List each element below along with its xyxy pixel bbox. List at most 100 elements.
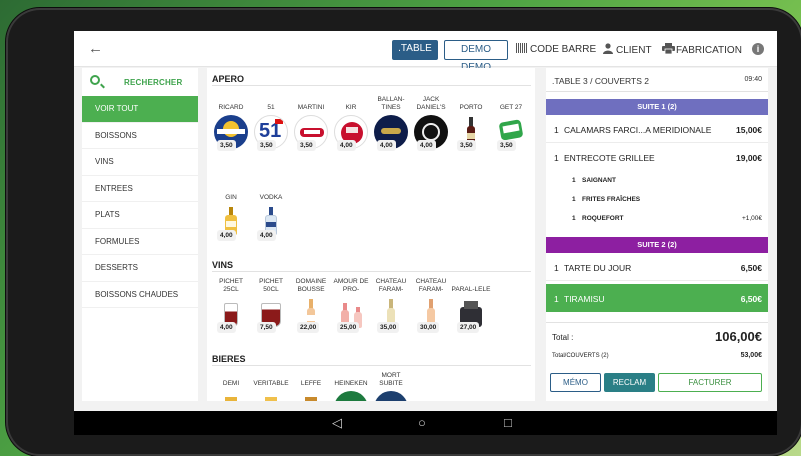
- line-modifier[interactable]: 1 FRITES FRAÎCHES: [546, 190, 768, 209]
- line-modifier[interactable]: 1 SAIGNANT: [546, 171, 768, 190]
- product-panel: APERO RICARD 3,50 51 51 3,50 MARTINI 3,5…: [207, 68, 535, 401]
- product-name: GIN: [225, 194, 237, 201]
- mod-qty: 1: [572, 215, 576, 222]
- barcode-icon: [516, 43, 528, 53]
- line-qty: 1: [554, 153, 559, 163]
- product-name: HEINEKEN: [334, 380, 368, 387]
- product-51[interactable]: 51 51 3,50: [251, 92, 291, 151]
- product-chateau-faram-1[interactable]: CHATEAU FARAM- 35,00: [371, 274, 411, 333]
- search-button[interactable]: RECHERCHER: [82, 68, 198, 96]
- apero-grid: RICARD 3,50 51 51 3,50 MARTINI 3,50 KIR …: [207, 86, 535, 258]
- product-name: DEMI: [222, 380, 240, 387]
- per-cover-value: 53,00€: [740, 352, 762, 359]
- product-jack-daniels[interactable]: JACK DANIEL'S 4,00: [411, 92, 451, 151]
- product-martini[interactable]: MARTINI 3,50: [291, 92, 331, 151]
- memo-button[interactable]: MÉMO: [550, 373, 601, 392]
- product-parallele[interactable]: PARAL-LELE 27,00: [451, 274, 491, 333]
- line-name: CALAMARS FARCI...A MERIDIONALE: [564, 125, 712, 135]
- info-icon[interactable]: i: [752, 43, 764, 55]
- category-sidebar: RECHERCHER VOIR TOUT BOISSONS VINS ENTRE…: [82, 68, 198, 401]
- line-qty: 1: [554, 263, 559, 273]
- client-button[interactable]: CLIENT: [602, 43, 652, 56]
- barcode-button[interactable]: CODE BARRE: [516, 43, 596, 55]
- nav-recent-icon[interactable]: □: [504, 415, 512, 431]
- product-price: 7,50: [257, 322, 276, 333]
- product-price: 27,00: [457, 322, 480, 333]
- product-mort-subite[interactable]: MORT SUBITE: [371, 368, 411, 401]
- category-boissons[interactable]: BOISSONS: [82, 123, 198, 149]
- product-price: 4,00: [217, 322, 236, 333]
- ticket-line[interactable]: 1 CALAMARS FARCI...A MERIDIONALE 15,00€: [546, 115, 768, 143]
- reclam-button[interactable]: RECLAM: [604, 373, 655, 392]
- ticket-header: .TABLE 3 / COUVERTS 2 09:40: [546, 68, 768, 92]
- product-leffe[interactable]: LEFFE: [291, 368, 331, 401]
- product-demi[interactable]: DEMI: [211, 368, 251, 401]
- fabrication-button[interactable]: FABRICATION: [662, 43, 742, 56]
- product-price: 4,00: [217, 230, 236, 241]
- product-name: MARTINI: [297, 104, 325, 111]
- product-ballantines[interactable]: BALLAN-TINES 4,00: [371, 92, 411, 151]
- product-name: LEFFE: [300, 380, 322, 387]
- product-chateau-faram-2[interactable]: CHATEAU FARAM- 30,00: [411, 274, 451, 333]
- product-price: 30,00: [417, 322, 440, 333]
- line-name: TIRAMISU: [564, 294, 605, 304]
- android-nav-bar: ◁ ○ □: [74, 411, 777, 435]
- category-boissons-chaudes[interactable]: BOISSONS CHAUDES: [82, 282, 198, 308]
- product-price: 3,50: [217, 140, 236, 151]
- product-name: RICARD: [218, 104, 244, 111]
- category-desserts[interactable]: DESSERTS: [82, 255, 198, 282]
- ticket-line-selected[interactable]: 1 TIRAMISU 6,50€: [546, 284, 768, 312]
- nav-back-icon[interactable]: ◁: [332, 415, 342, 431]
- search-label: RECHERCHER: [124, 78, 183, 87]
- facturer-button[interactable]: FACTURER: [658, 373, 762, 392]
- product-price: 4,00: [417, 140, 436, 151]
- client-label: CLIENT: [616, 45, 652, 56]
- category-plats[interactable]: PLATS: [82, 202, 198, 229]
- product-name: CHATEAU FARAM-: [375, 278, 407, 293]
- product-veritable[interactable]: VERITABLE: [251, 368, 291, 401]
- product-pichet-25cl[interactable]: PICHET 25CL 4,00: [211, 274, 251, 333]
- category-formules[interactable]: FORMULES: [82, 229, 198, 255]
- product-domaine-bousse[interactable]: DOMAINE BOUSSE 22,00: [291, 274, 331, 333]
- category-vins[interactable]: VINS: [82, 149, 198, 176]
- product-heineken[interactable]: HEINEKEN: [331, 368, 371, 401]
- category-voir-tout[interactable]: VOIR TOUT: [82, 96, 198, 123]
- mod-name: FRITES FRAÎCHES: [582, 196, 641, 203]
- nav-home-icon[interactable]: ○: [418, 415, 426, 431]
- product-pichet-50cl[interactable]: PICHET 50CL 7,50: [251, 274, 291, 333]
- product-name: DOMAINE BOUSSE: [295, 278, 327, 293]
- line-qty: 1: [554, 125, 559, 135]
- suite-1-header[interactable]: SUITE 1 (2): [546, 99, 768, 115]
- ticket-line[interactable]: 1 TARTE DU JOUR 6,50€: [546, 253, 768, 281]
- line-amount: 19,00€: [736, 153, 762, 163]
- product-name: PARAL-LELE: [451, 286, 491, 293]
- back-arrow-icon[interactable]: ←: [88, 40, 103, 57]
- table-button[interactable]: .TABLE: [392, 40, 438, 60]
- product-amour-de-pro[interactable]: AMOUR DE PRO- 25,00: [331, 274, 371, 333]
- product-gin[interactable]: GIN 4,00: [211, 182, 251, 241]
- product-price: 3,50: [297, 140, 316, 151]
- ticket-line[interactable]: 1 ENTRECOTE GRILLEE 19,00€: [546, 143, 768, 171]
- line-name: ENTRECOTE GRILLEE: [564, 153, 655, 163]
- product-price: 4,00: [257, 230, 276, 241]
- product-vodka[interactable]: VODKA 4,00: [251, 182, 291, 241]
- line-modifier[interactable]: 1 ROQUEFORT +1,00€: [546, 209, 768, 228]
- ticket-time: 09:40: [744, 76, 762, 83]
- demo-user-button[interactable]: DEMO DEMO: [444, 40, 508, 73]
- product-ricard[interactable]: RICARD 3,50: [211, 92, 251, 151]
- bieres-grid: DEMI VERITABLE LEFFE HEINEKEN MORT SUBIT…: [207, 366, 535, 401]
- product-porto[interactable]: PORTO 3,50: [451, 92, 491, 151]
- product-kir[interactable]: KIR 4,00: [331, 92, 371, 151]
- product-price: 4,00: [377, 140, 396, 151]
- product-price: 3,50: [497, 140, 516, 151]
- line-amount: 6,50€: [740, 263, 762, 273]
- beer-glass-icon: [254, 391, 288, 401]
- product-get27[interactable]: GET 27 3,50: [491, 92, 531, 151]
- mod-qty: 1: [572, 177, 576, 184]
- product-name: VERITABLE: [253, 380, 289, 387]
- product-name: PORTO: [459, 104, 483, 111]
- suite-2-header[interactable]: SUITE 2 (2): [546, 237, 768, 253]
- section-title-bieres: BIERES: [212, 352, 531, 366]
- category-entrees[interactable]: ENTREES: [82, 176, 198, 202]
- product-price: 4,00: [337, 140, 356, 151]
